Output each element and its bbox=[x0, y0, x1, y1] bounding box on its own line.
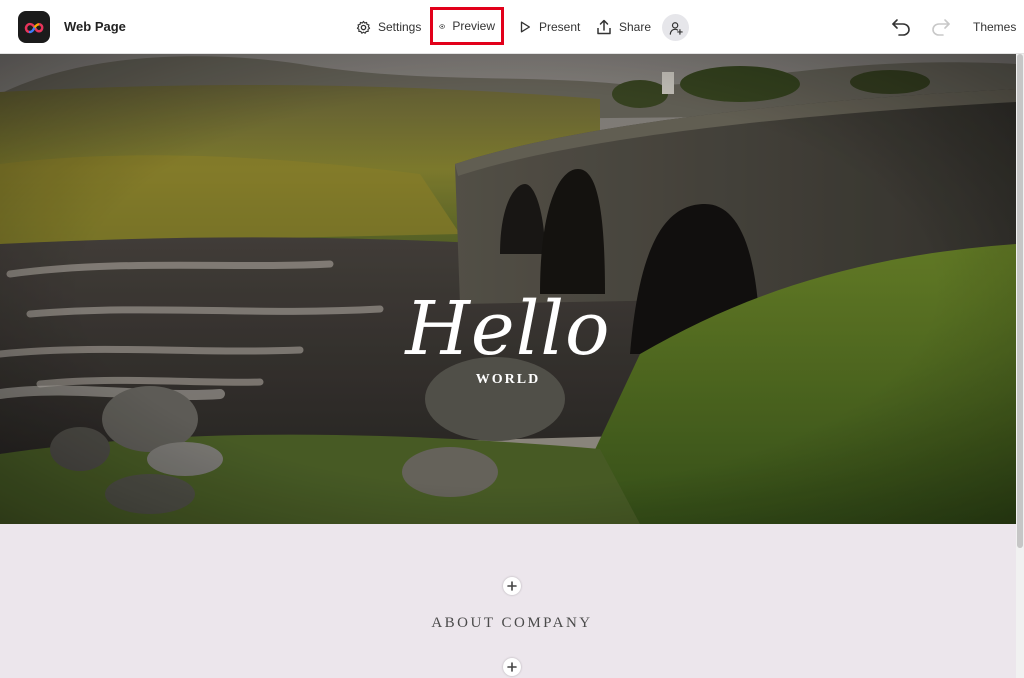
eye-icon bbox=[439, 23, 446, 29]
document-title[interactable]: Web Page bbox=[64, 19, 126, 34]
hero-title[interactable]: Hello bbox=[0, 292, 1016, 366]
add-content-button-bottom[interactable] bbox=[503, 658, 521, 676]
present-label: Present bbox=[539, 20, 581, 34]
undo-button[interactable] bbox=[890, 16, 912, 38]
gear-icon bbox=[356, 20, 371, 34]
creative-cloud-logo-icon bbox=[24, 22, 44, 34]
scrollbar-thumb[interactable] bbox=[1017, 54, 1023, 548]
about-section: ABOUT COMPANY bbox=[0, 524, 1016, 678]
redo-icon bbox=[932, 19, 950, 36]
redo-button[interactable] bbox=[930, 16, 952, 38]
app-logo[interactable] bbox=[18, 11, 50, 43]
settings-label: Settings bbox=[378, 20, 422, 34]
upload-icon bbox=[597, 19, 611, 35]
preview-label: Preview bbox=[452, 19, 495, 33]
play-icon bbox=[520, 21, 531, 33]
invite-button[interactable] bbox=[662, 14, 689, 41]
plus-icon bbox=[507, 581, 517, 591]
preview-button[interactable]: Preview bbox=[430, 7, 504, 45]
plus-icon bbox=[507, 662, 517, 672]
settings-button[interactable]: Settings bbox=[352, 12, 425, 42]
share-button[interactable]: Share bbox=[592, 12, 655, 42]
about-company-heading[interactable]: ABOUT COMPANY bbox=[0, 615, 1024, 632]
add-content-button-top[interactable] bbox=[503, 577, 521, 595]
themes-button[interactable]: Themes bbox=[973, 20, 1016, 34]
undo-icon bbox=[892, 19, 910, 36]
top-toolbar: Web Page Settings Preview Present Share bbox=[0, 0, 1024, 54]
vertical-scrollbar[interactable] bbox=[1016, 54, 1024, 678]
present-button[interactable]: Present bbox=[514, 12, 584, 42]
hero-subtitle[interactable]: WORLD bbox=[0, 372, 1016, 388]
add-person-icon bbox=[669, 21, 683, 35]
share-label: Share bbox=[619, 20, 652, 34]
hero-banner[interactable]: Hello WORLD bbox=[0, 54, 1016, 524]
